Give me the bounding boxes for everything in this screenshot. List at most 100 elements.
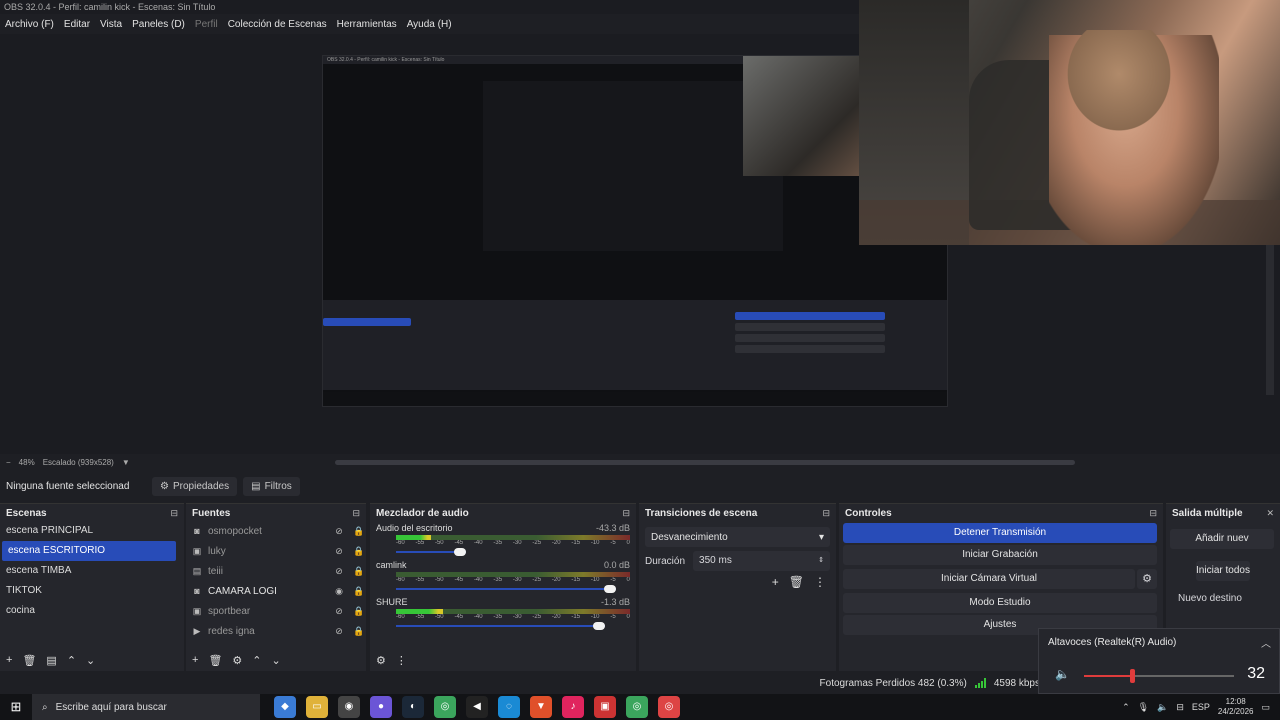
source-item[interactable]: ▶ redes igna ⊘ 🔒 — [186, 621, 366, 641]
kick-icon[interactable]: ◀ — [466, 696, 488, 718]
zoom-level[interactable]: 48% — [19, 458, 35, 467]
obs-icon[interactable]: ◉ — [338, 696, 360, 718]
lock-icon[interactable]: 🔒 — [352, 526, 366, 537]
source-item[interactable]: ▣ luky ⊘ 🔒 — [186, 541, 366, 561]
gear-icon[interactable]: ⚙ — [232, 654, 242, 667]
lock-icon[interactable]: 🔒 — [352, 546, 366, 557]
undock-icon[interactable]: ⊟ — [170, 508, 178, 519]
chevron-down-icon[interactable]: ▼ — [122, 458, 130, 467]
zoom-minus-icon[interactable]: − — [6, 458, 11, 467]
chrome-icon[interactable]: ◎ — [434, 696, 456, 718]
fader-knob[interactable] — [593, 622, 605, 630]
preview-scrollbar[interactable] — [1266, 245, 1274, 395]
trash-icon[interactable]: 🗑 — [208, 654, 222, 667]
gear-icon[interactable]: ⚙ — [376, 654, 386, 667]
scene-item[interactable]: escena ESCRITORIO — [2, 541, 176, 561]
fader-knob[interactable] — [454, 548, 467, 556]
scaling-label[interactable]: Escalado (939x528) — [43, 458, 114, 467]
network-icon[interactable]: ⊟ — [1176, 702, 1184, 713]
menu-item[interactable]: Colección de Escenas — [228, 19, 327, 30]
add-icon[interactable]: + — [6, 654, 12, 666]
volume-slider[interactable] — [1084, 669, 1234, 683]
taskbar-search[interactable]: ⌕ Escribe aquí para buscar — [32, 694, 260, 720]
trash-icon[interactable]: 🗑 — [789, 575, 804, 589]
lock-icon[interactable]: 🔒 — [352, 626, 366, 637]
steam-icon[interactable]: ◐ — [402, 696, 424, 718]
scene-item[interactable]: escena PRINCIPAL — [0, 521, 184, 541]
more-icon[interactable]: ⋮ — [396, 654, 407, 667]
arrow-down-icon[interactable]: ⌄ — [86, 654, 95, 667]
trash-icon[interactable]: 🗑 — [22, 654, 36, 667]
stop-stream-button[interactable]: Detener Transmisión — [843, 523, 1157, 543]
add-target-button[interactable]: Añadir nuev — [1170, 529, 1274, 549]
eye-off-icon[interactable]: ⊘ — [332, 626, 346, 637]
source-item[interactable]: ◙ osmopocket ⊘ 🔒 — [186, 521, 366, 541]
language-label[interactable]: ESP — [1192, 702, 1210, 712]
undock-icon[interactable]: ⊟ — [352, 508, 360, 519]
start-all-button[interactable]: Iniciar todos — [1196, 561, 1250, 581]
undock-icon[interactable]: ⊟ — [1149, 508, 1157, 519]
eye-off-icon[interactable]: ⊘ — [332, 606, 346, 617]
chevron-up-icon[interactable]: ⌃ — [1122, 702, 1130, 713]
copilot-icon[interactable]: ◆ — [274, 696, 296, 718]
scene-item[interactable]: escena TIMBA — [0, 561, 184, 581]
add-icon[interactable]: + — [192, 654, 198, 666]
eye-icon[interactable]: ◉ — [332, 586, 346, 597]
eye-off-icon[interactable]: ⊘ — [332, 526, 346, 537]
chevron-up-icon[interactable]: ︿ — [1261, 635, 1271, 650]
undock-icon[interactable]: ⊟ — [822, 508, 830, 519]
gear-icon[interactable]: ⚙ — [1137, 569, 1157, 589]
chrome-3-icon[interactable]: ◎ — [658, 696, 680, 718]
filters-button[interactable]: ▤ Filtros — [243, 476, 300, 496]
tiktok-icon[interactable]: ♪ — [562, 696, 584, 718]
eye-off-icon[interactable]: ⊘ — [332, 546, 346, 557]
add-icon[interactable]: + — [772, 575, 779, 589]
fader-knob[interactable] — [604, 585, 616, 593]
studio-mode-button[interactable]: Modo Estudio — [843, 593, 1157, 613]
notification-icon[interactable]: ▭ — [1261, 702, 1270, 713]
arrow-down-icon[interactable]: ⌄ — [272, 654, 281, 667]
lock-icon[interactable]: 🔒 — [352, 606, 366, 617]
close-icon[interactable]: ✕ — [1266, 508, 1274, 519]
mic-icon[interactable]: 🎙 — [1138, 702, 1149, 713]
eye-off-icon[interactable]: ⊘ — [332, 566, 346, 577]
menu-item[interactable]: Vista — [100, 19, 122, 30]
arrow-up-icon[interactable]: ⌃ — [67, 654, 76, 667]
menu-item[interactable]: Paneles (D) — [132, 19, 185, 30]
source-item[interactable]: ◙ CAMARA LOGI ◉ 🔒 — [186, 581, 366, 601]
duration-input[interactable]: 350 ms ⇕ — [693, 551, 830, 571]
app-red-icon[interactable]: ▣ — [594, 696, 616, 718]
volume-knob[interactable] — [1130, 669, 1135, 683]
source-item[interactable]: ▤ teiii ⊘ 🔒 — [186, 561, 366, 581]
volume-fader[interactable] — [396, 548, 630, 556]
menu-item[interactable]: Editar — [64, 19, 90, 30]
transition-select[interactable]: Desvanecimiento ▾ — [645, 527, 830, 547]
properties-button[interactable]: ⚙ Propiedades — [152, 476, 238, 496]
brave-icon[interactable]: ▼ — [530, 696, 552, 718]
scene-item[interactable]: cocina — [0, 601, 184, 621]
volume-fader[interactable] — [396, 585, 630, 593]
speaker-icon[interactable]: 🔈 — [1157, 702, 1168, 713]
menu-item[interactable]: Archivo (F) — [5, 19, 54, 30]
chrome-2-icon[interactable]: ◎ — [626, 696, 648, 718]
discord-icon[interactable]: ● — [370, 696, 392, 718]
lock-icon[interactable]: 🔒 — [352, 586, 366, 597]
menu-item[interactable]: Ayuda (H) — [407, 19, 452, 30]
stepper-icon[interactable]: ⇕ — [818, 551, 824, 571]
edge-icon[interactable]: ◌ — [498, 696, 520, 718]
filter-icon[interactable]: ▤ — [46, 654, 56, 667]
volume-fader[interactable] — [396, 622, 630, 630]
more-icon[interactable]: ⋮ — [814, 575, 826, 589]
menu-item[interactable]: Herramientas — [337, 19, 397, 30]
clock[interactable]: 12:08 24/2/2026 — [1218, 697, 1254, 717]
menu-item[interactable]: Perfil — [195, 19, 218, 30]
start-recording-button[interactable]: Iniciar Grabación — [843, 545, 1157, 565]
scene-item[interactable]: TIKTOK — [0, 581, 184, 601]
lock-icon[interactable]: 🔒 — [352, 566, 366, 577]
preview-hscroll[interactable] — [335, 460, 1075, 465]
windows-icon[interactable]: ⊞ — [0, 699, 32, 715]
virtualcam-button[interactable]: Iniciar Cámara Virtual — [843, 569, 1135, 589]
folder-icon[interactable]: ▭ — [306, 696, 328, 718]
speaker-icon[interactable]: 🔈 — [1055, 667, 1070, 681]
source-item[interactable]: ▣ sportbear ⊘ 🔒 — [186, 601, 366, 621]
